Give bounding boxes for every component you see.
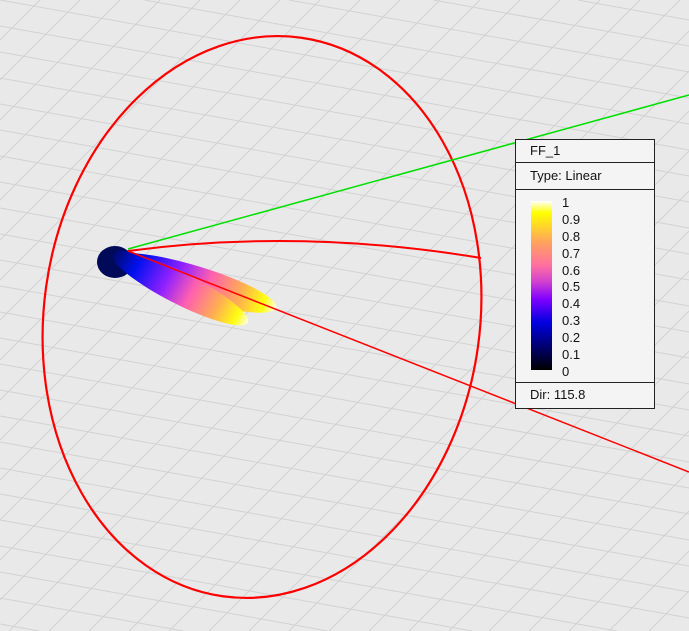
grid-line: [0, 467, 689, 593]
colorbar-tick-label: 1: [562, 195, 570, 210]
colorbar-tick-label: 0.4: [562, 296, 581, 312]
colorbar-tick-label: 0.6: [562, 262, 581, 278]
grid-line: [0, 597, 184, 631]
legend-directivity: Dir: 115.8: [530, 387, 586, 402]
grid-line: [0, 623, 39, 631]
legend-scale-type: Type: Linear: [516, 163, 654, 190]
grid-line: [488, 430, 689, 631]
grid-line: [0, 0, 481, 481]
grid-line: [0, 0, 201, 201]
grid-line: [0, 0, 161, 161]
colorbar-tick-label: 0.2: [562, 330, 581, 346]
legend-title: FF_1: [516, 140, 654, 163]
grid-line: [0, 0, 41, 41]
colorbar: 1 0.9 0.8 0.7 0.6 0.5 0.4 0.3 0.2 0.1 0: [516, 190, 654, 383]
grid-line: [0, 0, 521, 521]
colorbar-legend: FF_1 Type: Linear 1 0.9 0.8 0.7 0.6 0.5 0.4 0.3…: [515, 139, 655, 409]
colorbar-tick-label: 0.5: [562, 279, 581, 295]
grid-line: [144, 0, 689, 99]
grid-line: [648, 590, 689, 631]
grid-line: [0, 0, 361, 361]
grid-line: [448, 390, 689, 631]
grid-line: [0, 493, 689, 619]
colorbar-tick-label: 0.8: [562, 228, 581, 244]
colorbar-tick-label: 0.7: [562, 245, 581, 261]
colorbar-tick-label: 0: [562, 363, 570, 379]
grid-line: [0, 441, 689, 567]
colorbar-tick-label: 0.3: [562, 313, 581, 329]
grid-line: [577, 0, 689, 21]
grid-line: [0, 415, 689, 541]
grid-line: [0, 25, 689, 151]
grid-line: [0, 0, 81, 81]
grid-line: [528, 470, 689, 631]
colorbar-tick-label: 0.1: [562, 347, 581, 363]
colorbar-ticks: 1 0.9 0.8 0.7 0.6 0.5 0.4 0.3 0.2 0.1 0: [562, 194, 580, 380]
grid-line: [0, 0, 121, 121]
grid-line: [0, 0, 689, 125]
colorbar-tick-label: 0.9: [562, 211, 581, 227]
grid-line: [608, 550, 689, 631]
colorbar-gradient: [531, 201, 552, 370]
grid-line: [0, 0, 281, 281]
